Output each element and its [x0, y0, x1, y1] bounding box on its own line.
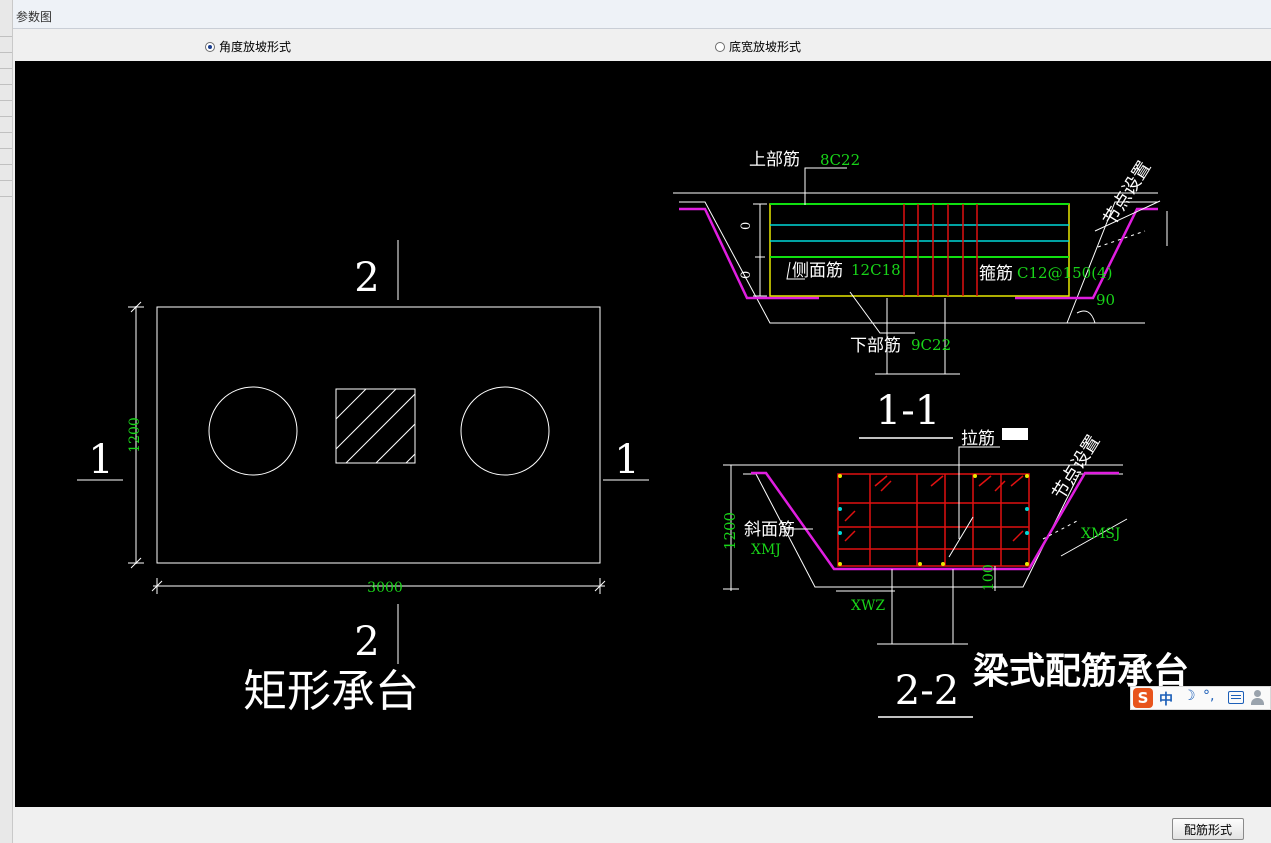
- s11-bottom-rebar-label: 下部筋: [850, 336, 901, 356]
- s11-title: 1-1: [876, 388, 940, 434]
- s11-stirrup-value: C12@150(4): [1017, 264, 1112, 282]
- s22-node-setting: 节点设置: [1048, 431, 1104, 503]
- radio-angle-slope[interactable]: 角度放坡形式: [205, 38, 291, 55]
- plan-section-mark-top: 2: [354, 255, 379, 301]
- s22-height-dim: 1200: [721, 512, 739, 550]
- s22-slope-rebar-label: 斜面筋: [744, 520, 795, 540]
- ime-logo-icon[interactable]: S: [1133, 688, 1153, 708]
- radio-angle-slope-label: 角度放坡形式: [219, 40, 292, 54]
- column-hatched: [335, 388, 416, 464]
- s11-angle-value: 90: [1096, 291, 1115, 309]
- plan-section-mark-right: 1: [614, 437, 639, 483]
- window-title: 参数图: [16, 10, 53, 24]
- s11-dim-zero-a: 0: [739, 222, 754, 230]
- plan-width-dim: 3000: [367, 580, 403, 596]
- s11-top-rebar-value: 8C22: [820, 151, 860, 169]
- plan-view: [77, 240, 649, 664]
- s22-cover-dim: 100: [981, 564, 997, 591]
- cad-drawing: 2 2 1 1 1200 3000 矩形承台 上部筋 8C22 节点设置 0 0…: [77, 150, 1189, 718]
- radio-width-slope-label: 底宽放坡形式: [729, 40, 802, 54]
- plan-height-dim: 1200: [127, 417, 143, 453]
- s22-slope-side-code: XMSJ: [1081, 526, 1121, 542]
- s22-bottom-code: XWZ: [851, 598, 885, 614]
- s22-tie-value-box: [1002, 428, 1028, 440]
- window-titlebar: 参数图: [13, 0, 1271, 29]
- s11-top-rebar-label: 上部筋: [749, 150, 800, 170]
- plan-section-mark-left: 1: [88, 437, 113, 483]
- plan-section-mark-bottom: 2: [354, 619, 379, 665]
- pile-left: [208, 386, 298, 476]
- moon-icon[interactable]: ☽: [1183, 688, 1196, 704]
- s11-side-rebar-value: 12C18: [851, 261, 901, 279]
- radio-dot-unchecked[interactable]: [715, 41, 725, 52]
- radio-width-slope[interactable]: 底宽放坡形式: [715, 38, 801, 55]
- s22-slope-rebar-code: XMJ: [751, 542, 781, 558]
- ime-toolbar[interactable]: S 中 ☽ °,: [1130, 686, 1271, 710]
- cap-outline: [156, 306, 601, 564]
- rebar-form-button[interactable]: 配筋形式: [1172, 818, 1244, 840]
- keyboard-icon[interactable]: [1228, 691, 1244, 704]
- left-edge-strip: [0, 0, 13, 843]
- s22-tie-label: 拉筋: [961, 429, 995, 449]
- punctuation-icon[interactable]: °,: [1203, 688, 1214, 704]
- drawing-canvas: 2 2 1 1 1200 3000 矩形承台 上部筋 8C22 节点设置 0 0…: [15, 61, 1271, 807]
- s22-title: 2-2: [895, 668, 959, 714]
- pile-right: [460, 386, 550, 476]
- user-icon[interactable]: [1251, 690, 1265, 706]
- radio-dot-checked[interactable]: [205, 41, 215, 52]
- slope-mode-bar: 角度放坡形式 底宽放坡形式: [13, 29, 1271, 61]
- s11-dim-zero-b: 0: [739, 271, 754, 279]
- s11-side-rebar-label: 侧面筋: [792, 261, 843, 281]
- bottom-bar: [13, 807, 1271, 843]
- s11-stirrup-label: 箍筋: [979, 264, 1013, 284]
- s11-node-setting: 节点设置: [1099, 157, 1155, 229]
- ime-lang-toggle[interactable]: 中: [1159, 689, 1173, 709]
- plan-caption: 矩形承台: [243, 666, 419, 717]
- s11-bottom-rebar-value: 9C22: [911, 336, 951, 354]
